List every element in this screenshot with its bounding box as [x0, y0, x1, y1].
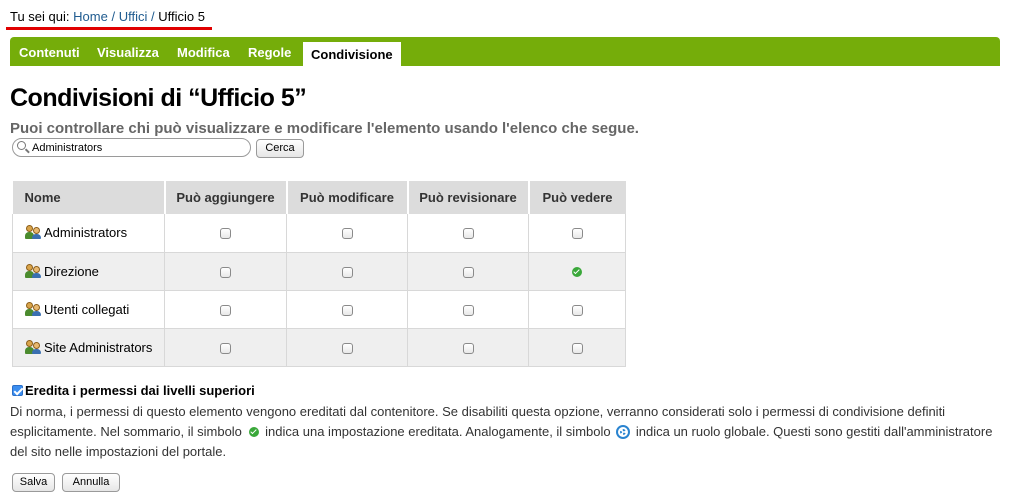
tab-condivisione[interactable]: Condivisione: [302, 41, 402, 66]
principal-cell: Site Administrators: [12, 328, 165, 367]
tab-regole[interactable]: Regole: [248, 37, 291, 66]
can-view-checkbox[interactable]: [571, 304, 583, 316]
permission-cell: [528, 328, 626, 367]
can-review-checkbox[interactable]: [462, 228, 474, 240]
help-text-part2: indica una impostazione ereditata. Analo…: [265, 424, 611, 439]
permission-cell: [164, 290, 287, 329]
principal-name: Utenti collegati: [44, 301, 130, 317]
group-icon: [25, 339, 41, 354]
permission-cell: [286, 328, 408, 367]
permission-cell: [407, 214, 529, 253]
search-button[interactable]: Cerca: [256, 139, 304, 158]
permission-cell: [164, 252, 287, 291]
tab-modifica[interactable]: Modifica: [177, 37, 230, 66]
principal-name: Direzione: [44, 263, 99, 279]
table-row: Direzione: [12, 252, 626, 291]
breadcrumb-separator: /: [150, 9, 155, 24]
can-add-checkbox[interactable]: [220, 342, 231, 354]
principal-name: Administrators: [44, 225, 128, 241]
inherited-check-icon: [572, 267, 582, 278]
inherit-permissions-option: Eredita i permessi dai livelli superiori: [12, 383, 255, 398]
inherit-permissions-checkbox[interactable]: [12, 385, 23, 396]
search-icon: [17, 141, 26, 150]
can-review-checkbox[interactable]: [462, 304, 474, 316]
permission-cell: [164, 214, 287, 253]
global-role-icon: [616, 425, 631, 439]
breadcrumb-link-uffici[interactable]: Uffici: [119, 9, 148, 24]
permission-cell: [528, 290, 626, 329]
page-subtitle: Puoi controllare chi può visualizzare e …: [10, 120, 639, 137]
can-view-checkbox[interactable]: [571, 342, 583, 354]
table-header-row: Nome Può aggiungere Può modificare Può r…: [12, 181, 626, 214]
permission-cell: [286, 214, 408, 253]
group-icon: [25, 301, 41, 316]
cancel-button[interactable]: Annulla: [62, 473, 120, 492]
permission-cell: [528, 252, 626, 291]
inherited-check-icon: [248, 427, 259, 437]
can-add-checkbox[interactable]: [220, 304, 231, 316]
sharing-table: Nome Può aggiungere Può modificare Può r…: [12, 181, 626, 367]
permission-cell: [407, 328, 529, 367]
permission-cell: [286, 252, 408, 291]
can-edit-checkbox[interactable]: [341, 228, 353, 240]
page-title: Condivisioni di “Ufficio 5”: [10, 84, 307, 112]
permission-cell: [407, 290, 529, 329]
search-input[interactable]: [32, 140, 247, 155]
principal-name: Site Administrators: [44, 339, 153, 355]
breadcrumb-separator: /: [111, 9, 116, 24]
can-review-checkbox[interactable]: [462, 342, 474, 354]
breadcrumb-prefix: Tu sei qui:: [10, 9, 70, 24]
permission-cell: [164, 328, 287, 367]
content-tabs-bar: Contenuti Visualizza Modifica Regole Con…: [10, 37, 1000, 66]
group-icon: [25, 263, 41, 278]
principal-cell: Utenti collegati: [12, 290, 165, 329]
breadcrumb-link-home[interactable]: Home: [73, 9, 108, 24]
principal-cell: Direzione: [12, 252, 165, 291]
permission-cell: [528, 214, 626, 253]
table-row: Site Administrators: [12, 328, 626, 367]
permission-cell: [286, 290, 408, 329]
principal-cell: Administrators: [12, 214, 165, 253]
can-edit-checkbox[interactable]: [341, 304, 353, 316]
column-header-can-edit: Può modificare: [286, 181, 409, 214]
group-icon: [25, 225, 41, 240]
save-button[interactable]: Salva: [12, 473, 55, 492]
can-edit-checkbox[interactable]: [341, 266, 353, 278]
tab-contenuti[interactable]: Contenuti: [19, 37, 80, 66]
can-add-checkbox[interactable]: [220, 266, 231, 278]
column-header-can-view: Può vedere: [528, 181, 626, 214]
can-view-checkbox[interactable]: [571, 228, 583, 240]
inherit-permissions-label[interactable]: Eredita i permessi dai livelli superiori: [25, 383, 255, 398]
can-edit-checkbox[interactable]: [341, 342, 353, 354]
table-row: Utenti collegati: [12, 290, 626, 329]
table-row: Administrators: [12, 214, 626, 253]
column-header-can-add: Può aggiungere: [164, 181, 288, 214]
can-review-checkbox[interactable]: [462, 266, 474, 278]
breadcrumb-highlight-underline: [6, 27, 212, 30]
breadcrumb: Tu sei qui: Home / Uffici / Ufficio 5: [10, 9, 205, 24]
inherit-help-text: Di norma, i permessi di questo elemento …: [10, 402, 995, 462]
tab-visualizza[interactable]: Visualizza: [97, 37, 159, 66]
can-add-checkbox[interactable]: [220, 228, 231, 240]
column-header-can-review: Può revisionare: [407, 181, 530, 214]
search-field[interactable]: [12, 138, 251, 157]
permission-cell: [407, 252, 529, 291]
breadcrumb-current: Ufficio 5: [158, 9, 205, 24]
column-header-name: Nome: [12, 181, 166, 214]
